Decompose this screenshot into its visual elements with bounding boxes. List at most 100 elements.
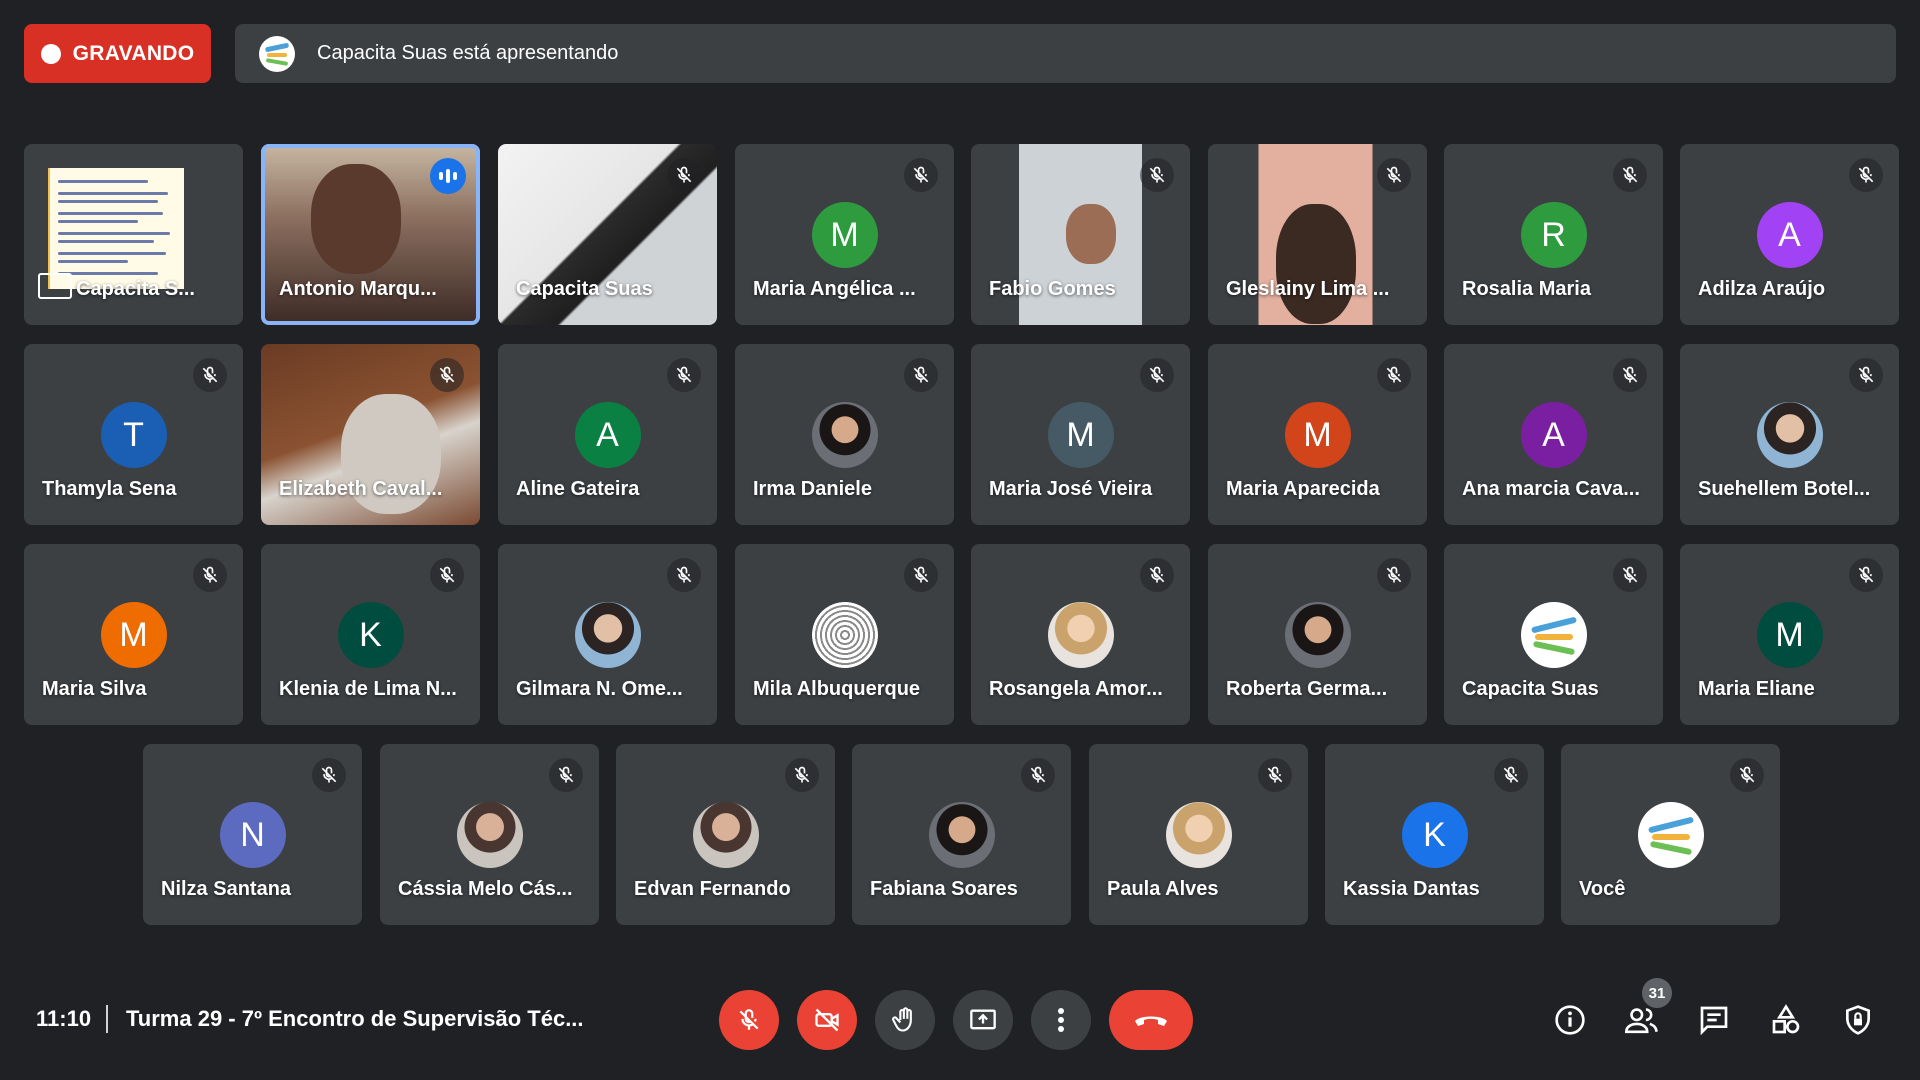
participant-name: Roberta Germa... — [1226, 678, 1388, 700]
participant-tile[interactable]: R Rosalia Maria — [1444, 144, 1663, 325]
leave-call-button[interactable] — [1109, 990, 1193, 1050]
avatar: R — [1520, 202, 1587, 268]
participant-tile[interactable]: M Maria José Vieira — [971, 344, 1190, 525]
mic-off-icon — [1849, 558, 1883, 592]
info-icon — [1555, 1005, 1585, 1035]
participant-tile-speaking[interactable]: Antonio Marqu... — [261, 144, 480, 325]
participant-tile[interactable]: T Thamyla Sena — [24, 344, 243, 525]
participant-tile[interactable]: Gleslainy Lima ... — [1208, 144, 1427, 325]
recording-indicator[interactable]: GRAVANDO — [24, 24, 211, 83]
participant-name: Rosalia Maria — [1462, 278, 1591, 300]
mic-off-icon — [667, 558, 701, 592]
participant-tile[interactable]: K Kassia Dantas — [1325, 744, 1544, 925]
mic-off-icon — [904, 558, 938, 592]
avatar: M — [100, 602, 167, 668]
mic-off-icon — [312, 758, 346, 792]
participant-tile[interactable]: Cássia Melo Cás... — [380, 744, 599, 925]
hand-icon — [892, 1007, 912, 1032]
present-now-button[interactable] — [953, 990, 1013, 1050]
participant-tile[interactable]: Mila Albuquerque — [735, 544, 954, 725]
participant-tile[interactable]: Capacita Suas — [1444, 544, 1663, 725]
participant-video — [1276, 204, 1356, 324]
participant-video — [311, 164, 401, 274]
mic-off-icon — [1494, 758, 1528, 792]
mic-off-icon — [785, 758, 819, 792]
participant-name: Capacita Suas — [1462, 678, 1599, 700]
chat-button[interactable] — [1694, 1000, 1734, 1040]
participant-tile[interactable]: Capacita Suas — [498, 144, 717, 325]
participant-tile[interactable]: A Adilza Araújo — [1680, 144, 1899, 325]
mic-off-icon — [1140, 558, 1174, 592]
activities-icon — [1772, 1004, 1800, 1034]
participant-name: Adilza Araújo — [1698, 278, 1826, 300]
avatar — [692, 802, 759, 868]
host-controls-button[interactable] — [1838, 1000, 1878, 1040]
recording-label: GRAVANDO — [72, 41, 195, 65]
people-icon — [1625, 1008, 1658, 1034]
mic-off-icon — [1377, 358, 1411, 392]
more-options-button[interactable] — [1031, 990, 1091, 1050]
participant-tile[interactable]: Fabiana Soares — [852, 744, 1071, 925]
participant-tile[interactable]: Elizabeth Caval... — [261, 344, 480, 525]
mic-off-icon — [1140, 158, 1174, 192]
avatar — [456, 802, 523, 868]
chat-icon — [1700, 1006, 1728, 1036]
mic-off-icon — [1613, 158, 1647, 192]
meeting-details-button[interactable] — [1550, 1000, 1590, 1040]
mic-toggle-button[interactable] — [719, 990, 779, 1050]
participant-name: Maria Angélica ... — [753, 278, 916, 300]
activities-button[interactable] — [1766, 1000, 1806, 1040]
meeting-title: Turma 29 - 7º Encontro de Supervisão Téc… — [126, 1006, 584, 1031]
avatar: A — [574, 402, 641, 468]
participant-tile[interactable]: A Aline Gateira — [498, 344, 717, 525]
avatar — [574, 602, 641, 668]
participant-tile[interactable]: Edvan Fernando — [616, 744, 835, 925]
speaking-indicator-icon — [430, 158, 466, 194]
camera-toggle-button[interactable] — [797, 990, 857, 1050]
participant-tile[interactable]: K Klenia de Lima N... — [261, 544, 480, 725]
participant-name: Thamyla Sena — [42, 478, 177, 500]
mic-off-icon — [904, 158, 938, 192]
participant-tile[interactable]: Gilmara N. Ome... — [498, 544, 717, 725]
avatar: M — [1756, 602, 1823, 668]
mic-off-icon — [1613, 358, 1647, 392]
participant-tile[interactable]: Paula Alves — [1089, 744, 1308, 925]
avatar: A — [1756, 202, 1823, 268]
participant-tile[interactable]: M Maria Aparecida — [1208, 344, 1427, 525]
participant-name: Fabio Gomes — [989, 278, 1116, 300]
presenting-banner[interactable]: Capacita Suas está apresentando — [235, 24, 1896, 83]
participant-tile[interactable]: M Maria Silva — [24, 544, 243, 725]
participant-tile[interactable]: M Maria Angélica ... — [735, 144, 954, 325]
mic-off-icon — [904, 358, 938, 392]
mic-off-icon — [430, 358, 464, 392]
participant-name: Antonio Marqu... — [279, 278, 437, 300]
participant-tile[interactable]: M Maria Eliane — [1680, 544, 1899, 725]
raise-hand-button[interactable] — [875, 990, 935, 1050]
participant-tile[interactable]: N Nilza Santana — [143, 744, 362, 925]
avatar: K — [1401, 802, 1468, 868]
avatar: M — [1047, 402, 1114, 468]
participant-tile[interactable]: Capacita S... — [24, 144, 243, 325]
participant-name: Elizabeth Caval... — [279, 478, 443, 500]
participants-count-badge: 31 — [1642, 978, 1672, 1008]
participant-tile[interactable]: Fabio Gomes — [971, 144, 1190, 325]
participant-tile[interactable]: Suehellem Botel... — [1680, 344, 1899, 525]
avatar — [1165, 802, 1232, 868]
participant-name: Você — [1579, 878, 1626, 900]
participant-name: Nilza Santana — [161, 878, 292, 900]
participant-video — [1066, 204, 1116, 264]
avatar — [1637, 802, 1704, 868]
avatar: K — [337, 602, 404, 668]
camera-off-icon — [815, 1008, 839, 1032]
mic-off-icon — [193, 358, 227, 392]
divider — [106, 1005, 108, 1033]
participant-tile[interactable]: Irma Daniele — [735, 344, 954, 525]
presenting-text: Capacita Suas está apresentando — [317, 42, 619, 64]
record-dot-icon — [40, 43, 61, 64]
participant-tile-self[interactable]: Você — [1561, 744, 1780, 925]
participant-tile[interactable]: A Ana marcia Cava... — [1444, 344, 1663, 525]
participant-name: Maria José Vieira — [989, 478, 1153, 500]
participant-name: Edvan Fernando — [634, 878, 791, 900]
participant-tile[interactable]: Roberta Germa... — [1208, 544, 1427, 725]
participant-tile[interactable]: Rosangela Amor... — [971, 544, 1190, 725]
